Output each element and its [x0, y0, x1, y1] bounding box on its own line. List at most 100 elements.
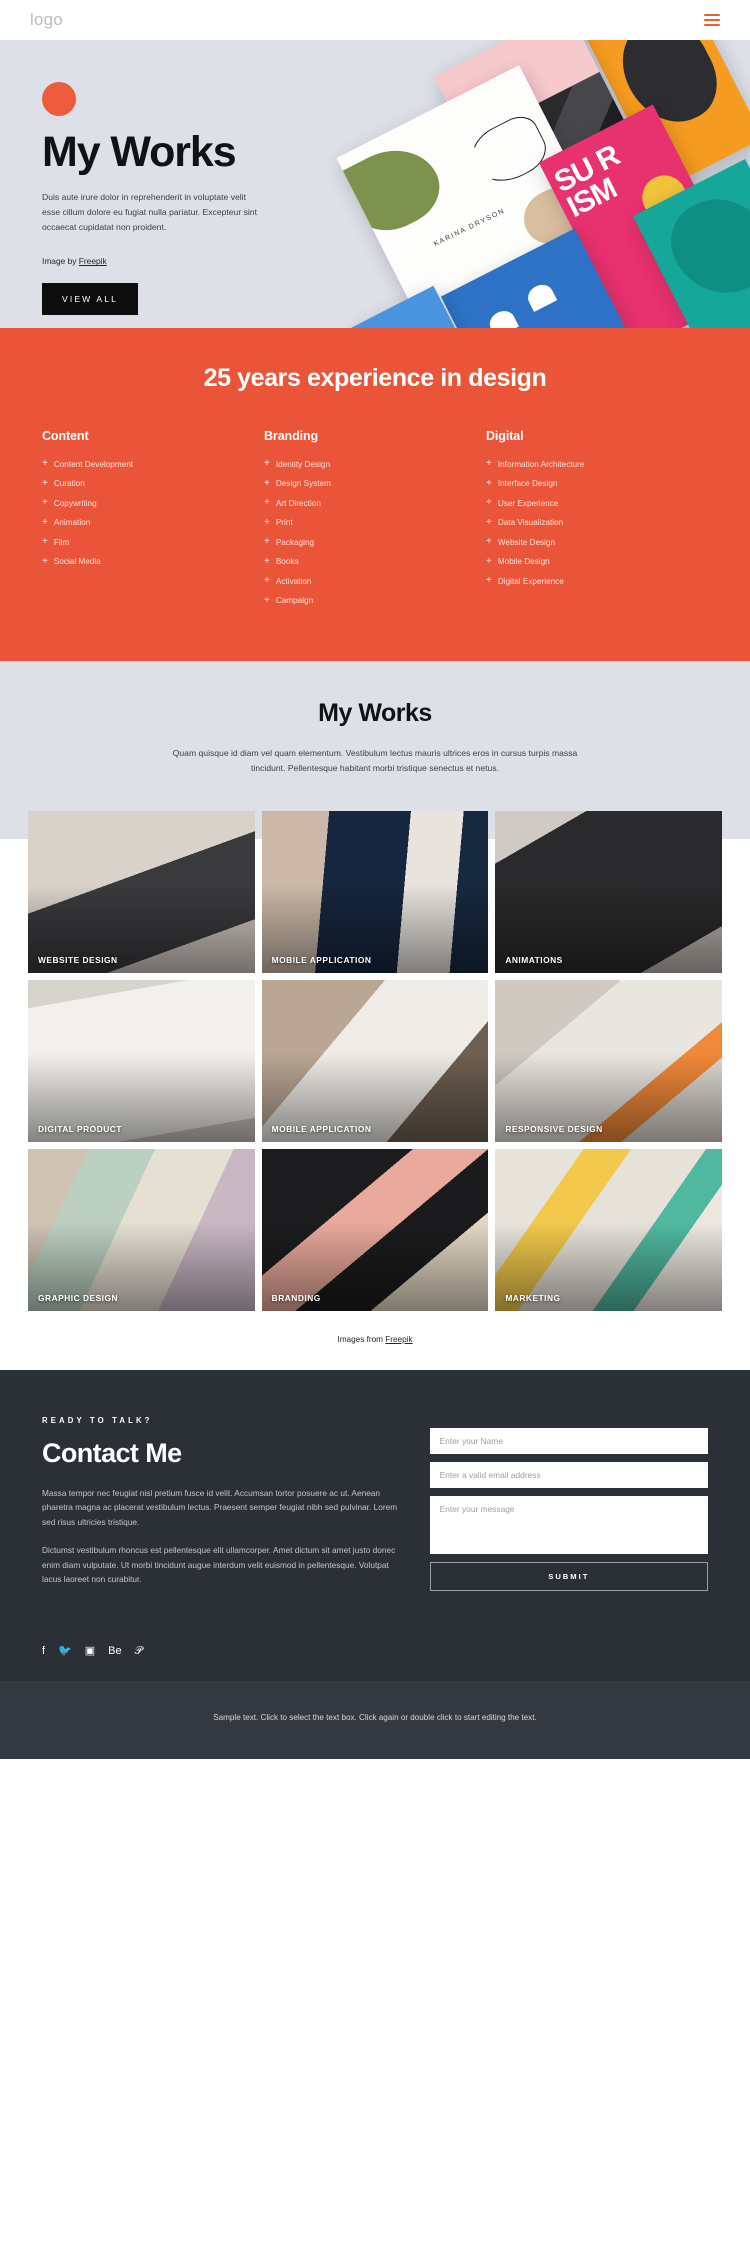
work-tile-caption: RESPONSIVE DESIGN — [505, 1123, 603, 1134]
service-item-label: Digital Experience — [497, 576, 564, 586]
works-description: Quam quisque id diam vel quam elementum.… — [172, 748, 578, 774]
works-image-credit: Images from Freepik — [0, 1310, 750, 1370]
work-tile-caption: ANIMATIONS — [505, 954, 563, 965]
service-item[interactable]: + Digital Experience — [486, 576, 708, 586]
service-item[interactable]: + Identity Design — [264, 459, 486, 469]
service-item[interactable]: + Mobile Design — [486, 555, 708, 567]
page-title: My Works — [42, 128, 237, 176]
tile-overlay — [495, 979, 722, 1142]
social-links: f 🐦 ▣ Be 𝒫 — [0, 1630, 750, 1658]
freepik-link[interactable]: Freepik — [385, 1335, 412, 1344]
hero-content: My Works Duis aute irure dolor in repreh… — [0, 40, 330, 316]
view-all-button[interactable]: VIEW ALL — [42, 283, 138, 316]
services-columns: Content + Content Development + Curation + Co… — [0, 429, 750, 615]
service-item-label: Data Visualization — [497, 518, 564, 527]
plus-icon: + — [486, 555, 492, 567]
column-title: Digital — [486, 429, 524, 443]
service-item[interactable]: + Data Visualization — [486, 517, 708, 528]
behance-icon[interactable]: Be — [108, 1646, 121, 1657]
service-item-label: Interface Design — [497, 479, 558, 488]
work-tile[interactable]: RESPONSIVE DESIGN — [495, 979, 722, 1142]
service-item[interactable]: + Interface Design — [486, 478, 708, 489]
submit-button[interactable]: SUBMIT — [429, 1561, 708, 1591]
service-item[interactable]: + Activation — [264, 576, 486, 586]
services-column-digital: Digital + Information Architecture + Interf… — [486, 429, 708, 615]
service-item-label: Books — [275, 557, 299, 566]
service-item[interactable]: + Curation — [42, 477, 264, 489]
services-column-branding: Branding + Identity Design + Design System +… — [264, 429, 486, 615]
service-item[interactable]: + Social Media — [42, 555, 264, 567]
service-item-label: Content Development — [53, 459, 134, 469]
service-list-digital: + Information Architecture + Interface Desi… — [486, 459, 708, 586]
column-title: Branding — [264, 429, 319, 443]
hamburger-icon[interactable] — [704, 13, 720, 27]
service-list-content: + Content Development + Curation + Copywritin… — [42, 459, 264, 567]
twitter-icon[interactable]: 🐦 — [58, 1646, 72, 1657]
instagram-icon[interactable]: ▣ — [85, 1646, 95, 1657]
plus-icon: + — [42, 477, 48, 489]
work-tile[interactable]: BRANDING — [261, 1148, 489, 1311]
contact-text-block: READY TO TALK? Contact Me Massa tempor n… — [42, 1416, 402, 1601]
plus-icon: + — [264, 555, 270, 567]
work-tile-caption: MARKETING — [505, 1292, 561, 1303]
plus-icon: + — [486, 458, 492, 469]
service-item[interactable]: + Campaign — [264, 595, 486, 606]
service-item[interactable]: + Website Design — [486, 537, 708, 547]
service-item[interactable]: + Animation — [42, 516, 264, 528]
work-tile[interactable]: WEBSITE DESIGN — [28, 810, 255, 973]
service-item[interactable]: + Packaging — [264, 537, 486, 547]
contact-form: SUBMIT — [429, 1416, 708, 1601]
hero-section: KARINA DRYSON SU R ISM My Works Duis aut… — [0, 40, 750, 328]
plus-icon: + — [42, 516, 48, 528]
work-tile[interactable]: MARKETING — [495, 1148, 722, 1311]
tile-overlay — [28, 1148, 255, 1311]
works-section: My Works Quam quisque id diam vel quam e… — [0, 661, 750, 1370]
footer-text: Sample text. Click to select the text bo… — [213, 1713, 537, 1723]
tile-overlay — [495, 810, 722, 973]
plus-icon: + — [42, 536, 48, 547]
work-tile[interactable]: ANIMATIONS — [495, 810, 722, 973]
work-tile-caption: DIGITAL PRODUCT — [38, 1123, 122, 1134]
message-field[interactable] — [429, 1495, 708, 1554]
works-grid-wrapper: WEBSITE DESIGN MOBILE APPLICATION ANIMATIO… — [0, 776, 750, 1311]
service-item[interactable]: + Print — [264, 517, 486, 528]
service-item[interactable]: + Content Development — [42, 459, 264, 469]
works-grid: WEBSITE DESIGN MOBILE APPLICATION ANIMATIO… — [28, 810, 722, 1311]
site-header: logo — [0, 0, 750, 40]
hero-collage: KARINA DRYSON SU R ISM — [330, 40, 750, 328]
plus-icon: + — [42, 555, 48, 567]
credit-prefix: Image by — [42, 256, 79, 267]
work-tile-caption: MOBILE APPLICATION — [271, 1123, 372, 1134]
services-column-content: Content + Content Development + Curation + Co… — [42, 429, 264, 615]
freepik-link[interactable]: Freepik — [79, 256, 107, 266]
service-item-label: Website Design — [497, 537, 556, 547]
contact-eyebrow: READY TO TALK? — [42, 1415, 153, 1425]
work-tile[interactable]: GRAPHIC DESIGN — [28, 1148, 255, 1311]
email-field[interactable] — [429, 1461, 708, 1488]
name-field[interactable] — [429, 1427, 708, 1454]
work-tile[interactable]: MOBILE APPLICATION — [261, 979, 489, 1142]
service-item-label: Print — [275, 518, 293, 527]
service-item[interactable]: + Design System — [264, 478, 486, 489]
service-item-label: Information Architecture — [497, 459, 585, 469]
hero-image-credit: Image by Freepik — [42, 256, 330, 266]
service-item[interactable]: + User Experience — [486, 498, 708, 508]
work-tile[interactable]: DIGITAL PRODUCT — [28, 979, 255, 1142]
services-heading: 25 years experience in design — [203, 364, 547, 392]
tile-overlay — [495, 1148, 722, 1311]
service-item-label: Mobile Design — [497, 557, 550, 566]
pinterest-icon[interactable]: 𝒫 — [135, 1646, 143, 1657]
plus-icon: + — [42, 497, 48, 508]
tile-overlay — [28, 979, 255, 1142]
service-item[interactable]: + Copywriting — [42, 498, 264, 508]
service-item[interactable]: + Information Architecture — [486, 459, 708, 469]
column-title: Content — [42, 429, 89, 443]
service-item[interactable]: + Film — [42, 537, 264, 547]
work-tile-caption: WEBSITE DESIGN — [38, 954, 118, 965]
logo[interactable]: logo — [30, 10, 63, 30]
work-tile-caption: GRAPHIC DESIGN — [38, 1292, 119, 1303]
service-item[interactable]: + Books — [264, 555, 486, 567]
facebook-icon[interactable]: f — [42, 1646, 45, 1657]
service-item[interactable]: + Art Direction — [264, 498, 486, 508]
work-tile[interactable]: MOBILE APPLICATION — [261, 810, 489, 973]
